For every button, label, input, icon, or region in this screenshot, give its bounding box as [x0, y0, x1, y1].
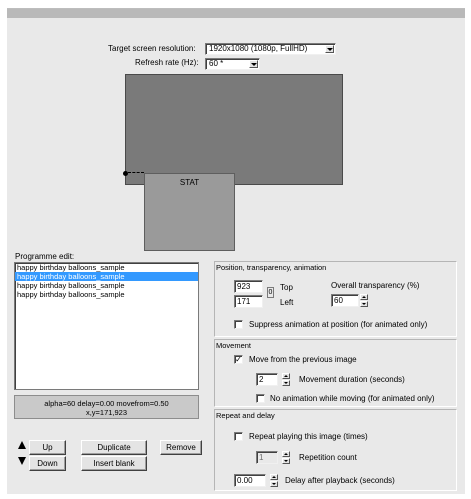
movement-start-handle[interactable]: [123, 171, 128, 176]
spin-down-icon[interactable]: [282, 380, 290, 386]
screen-preview[interactable]: [125, 74, 343, 185]
spin-down-icon[interactable]: [270, 481, 278, 487]
zero-marker[interactable]: 0: [267, 287, 274, 298]
stat-label: STAT: [179, 178, 200, 187]
up-button[interactable]: Up: [29, 440, 66, 455]
repeat-checkbox[interactable]: [234, 432, 243, 441]
top-label: Top: [280, 283, 293, 292]
resolution-select[interactable]: 1920x1080 (1080p, FullHD): [205, 43, 336, 55]
remove-button[interactable]: Remove: [160, 440, 202, 455]
left-label: Left: [280, 298, 294, 307]
duration-spinner[interactable]: [282, 373, 290, 386]
status-line-2: x,y=171,923: [85, 408, 128, 417]
resolution-value: 1920x1080 (1080p, FullHD): [209, 44, 308, 53]
repetition-input[interactable]: 1: [256, 451, 278, 464]
position-group-title: Position, transparency, animation: [216, 263, 327, 272]
transparency-label: Overall transparency (%): [331, 281, 420, 290]
left-input[interactable]: 171: [234, 295, 263, 308]
movement-group-title: Movement: [216, 341, 252, 350]
duplicate-button[interactable]: Duplicate: [81, 440, 147, 455]
list-item[interactable]: happy birthday balloons_sample: [15, 281, 198, 290]
repeat-label: Repeat playing this image (times): [249, 432, 368, 441]
move-from-label: Move from the previous image: [249, 355, 357, 364]
list-item-selected[interactable]: happy birthday balloons_sample: [15, 272, 198, 281]
suppress-label: Suppress animation at position (for anim…: [249, 320, 428, 329]
status-line-1: alpha=60 delay=0.00 movefrom=0.50: [44, 399, 169, 408]
refresh-label: Refresh rate (Hz):: [135, 58, 199, 67]
list-item[interactable]: happy birthday balloons_sample: [15, 290, 198, 299]
no-animation-checkbox[interactable]: [256, 394, 265, 403]
no-animation-label: No animation while moving (for animated …: [270, 394, 435, 403]
down-button[interactable]: Down: [29, 456, 66, 471]
spin-up-icon[interactable]: [360, 294, 368, 300]
programme-label: Programme edit:: [15, 252, 75, 261]
image-placement-box[interactable]: STAT: [144, 173, 235, 251]
refresh-select[interactable]: 60 *: [205, 58, 260, 70]
spin-down-icon[interactable]: [360, 301, 368, 307]
delay-input[interactable]: 0.00: [234, 474, 266, 487]
refresh-value: 60 *: [209, 59, 224, 68]
arrow-down-icon[interactable]: [18, 457, 26, 465]
transparency-input[interactable]: 60: [331, 294, 359, 307]
move-from-checkbox[interactable]: ✓: [234, 355, 243, 364]
repetition-spinner[interactable]: [282, 451, 290, 464]
programme-list[interactable]: happy birthday balloons_sample happy bir…: [14, 262, 199, 390]
resolution-label: Target screen resolution:: [108, 44, 196, 53]
spin-up-icon[interactable]: [270, 474, 278, 480]
window-title-bar: [7, 9, 465, 18]
spin-down-icon[interactable]: [282, 458, 290, 464]
delay-label: Delay after playback (seconds): [285, 476, 395, 485]
duration-input[interactable]: 2: [256, 373, 278, 386]
spin-up-icon[interactable]: [282, 373, 290, 379]
repetition-label: Repetition count: [299, 453, 357, 462]
transparency-spinner[interactable]: [360, 294, 368, 307]
programme-status: alpha=60 delay=0.00 movefrom=0.50 x,y=17…: [14, 395, 199, 419]
insert-blank-button[interactable]: Insert blank: [81, 456, 147, 471]
suppress-checkbox[interactable]: [234, 320, 243, 329]
list-item[interactable]: happy birthday balloons_sample: [15, 263, 198, 272]
top-input[interactable]: 923: [234, 280, 263, 293]
delay-spinner[interactable]: [270, 474, 278, 487]
movement-path-line: [128, 172, 144, 173]
duration-label: Movement duration (seconds): [299, 375, 405, 384]
chevron-down-icon[interactable]: [325, 45, 334, 53]
spin-up-icon[interactable]: [282, 451, 290, 457]
chevron-down-icon[interactable]: [249, 60, 258, 68]
arrow-up-icon[interactable]: [18, 441, 26, 449]
repeat-group-title: Repeat and delay: [216, 411, 275, 420]
